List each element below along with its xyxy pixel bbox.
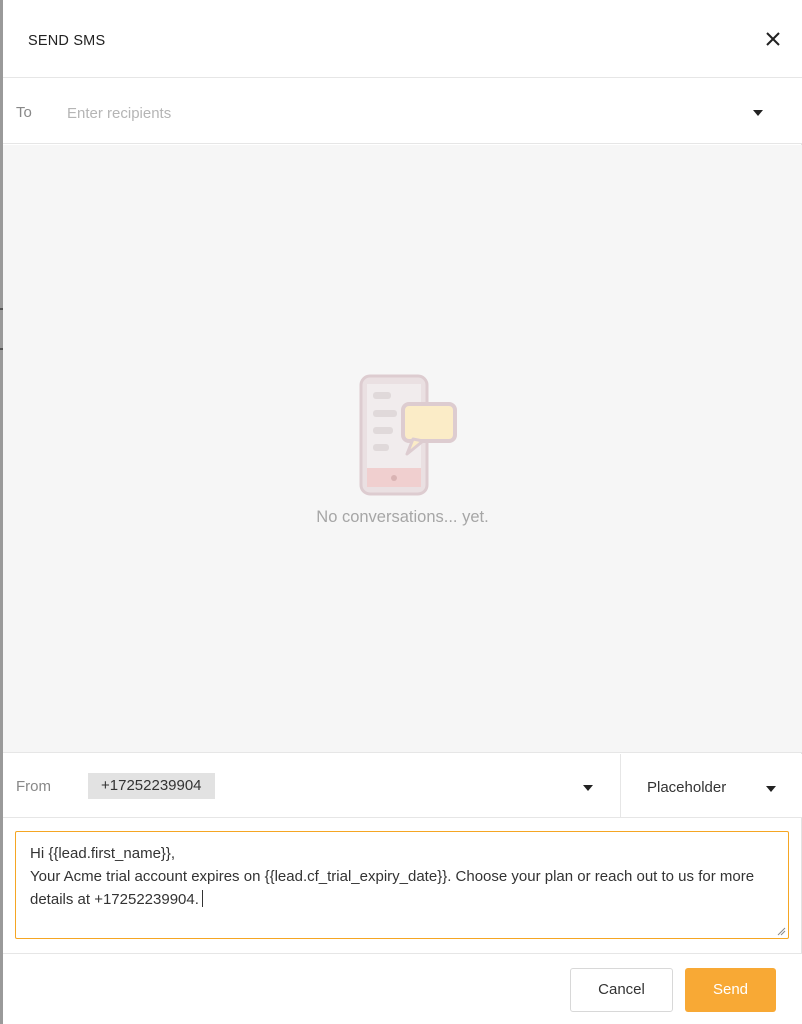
to-label: To — [16, 104, 32, 121]
cancel-button[interactable]: Cancel — [570, 968, 673, 1012]
conversation-area: No conversations... yet. — [3, 145, 802, 753]
dialog-header: SEND SMS — [3, 0, 802, 78]
placeholder-dropdown[interactable]: Placeholder — [647, 779, 726, 796]
chevron-down-icon[interactable] — [583, 785, 593, 791]
from-row: From +17252239904 Placeholder — [3, 754, 802, 818]
message-textarea[interactable]: Hi {{lead.first_name}}, Your Acme trial … — [15, 831, 789, 939]
resize-handle-icon[interactable] — [776, 926, 786, 936]
divider — [620, 754, 621, 817]
phone-chat-illustration — [359, 374, 457, 496]
from-number-select[interactable]: +17252239904 — [88, 773, 215, 799]
send-sms-dialog: SEND SMS To No conversati — [3, 0, 802, 1024]
recipients-input[interactable] — [67, 100, 727, 126]
text-cursor — [201, 890, 203, 907]
dialog-footer: Cancel Send — [3, 953, 802, 1024]
empty-state-text: No conversations... yet. — [316, 508, 489, 526]
send-button[interactable]: Send — [685, 968, 776, 1012]
chevron-down-icon[interactable] — [753, 110, 763, 116]
dialog-title: SEND SMS — [28, 33, 106, 49]
chevron-down-icon[interactable] — [766, 786, 776, 792]
message-text[interactable]: Hi {{lead.first_name}}, Your Acme trial … — [30, 842, 770, 911]
recipients-row: To — [3, 78, 802, 144]
message-content: Hi {{lead.first_name}}, Your Acme trial … — [30, 845, 755, 908]
from-label: From — [16, 778, 51, 795]
close-button[interactable] — [762, 28, 784, 50]
close-icon — [766, 32, 780, 46]
